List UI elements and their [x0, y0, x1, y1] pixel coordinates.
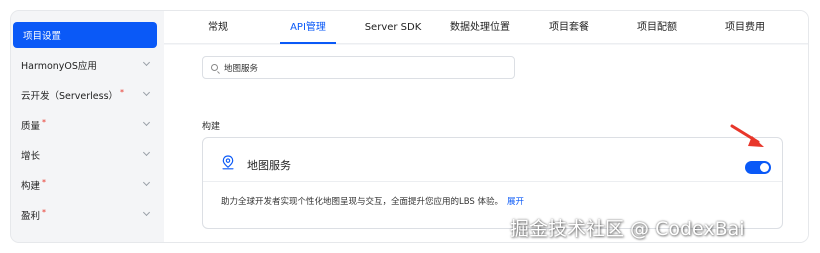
chevron-down-icon [142, 148, 151, 157]
sidebar-item-serverless[interactable]: 云开发（Serverless） * [11, 82, 157, 108]
section-title: 构建 [202, 122, 221, 132]
tab-label: Server SDK [364, 22, 422, 33]
sidebar-item-label: 云开发（Serverless） [21, 91, 119, 102]
required-mark: * [120, 87, 125, 97]
tab-label: 数据处理位置 [450, 22, 510, 33]
tab-label: 项目配额 [637, 22, 677, 33]
tab-project-plan[interactable]: 项目套餐 [544, 11, 594, 44]
sidebar-item-harmonyos[interactable]: HarmonyOS应用 [11, 52, 157, 78]
search-icon [211, 64, 218, 71]
tab-bar: 常规 API管理 Server SDK 数据处理位置 项目套餐 项目配额 项目费… [164, 11, 808, 44]
sidebar-item-monetize[interactable]: 盈利 * [11, 202, 157, 228]
sidebar-item-growth[interactable]: 增长 [11, 142, 157, 168]
service-enable-toggle[interactable] [745, 161, 771, 174]
sidebar-item-project-settings[interactable]: 项目设置 [13, 22, 157, 48]
chevron-down-icon [142, 118, 151, 127]
tab-project-quota[interactable]: 项目配额 [632, 11, 682, 44]
sidebar-item-build[interactable]: 构建 * [11, 172, 157, 198]
tab-data-location[interactable]: 数据处理位置 [448, 11, 512, 44]
annotation-arrow-icon [730, 124, 764, 147]
required-mark: * [42, 117, 47, 127]
tab-general[interactable]: 常规 [198, 11, 238, 44]
sidebar-item-label: HarmonyOS应用 [21, 61, 97, 72]
sidebar-item-label: 构建 [21, 181, 41, 192]
tab-label: API管理 [290, 22, 326, 33]
chevron-down-icon [142, 58, 151, 67]
sidebar-item-label: 盈利 [21, 211, 41, 222]
sidebar-item-label: 项目设置 [23, 31, 62, 42]
expand-link[interactable]: 展开 [507, 197, 524, 207]
main-panel: 常规 API管理 Server SDK 数据处理位置 项目套餐 项目配额 项目费… [164, 11, 808, 242]
api-management-content: 地图服务 构建 地图服务 助力全球开发者实现个性化地图呈现与交互，全面提升您应用… [164, 45, 808, 242]
sidebar-item-quality[interactable]: 质量 * [11, 112, 157, 138]
tab-label: 项目套餐 [549, 22, 589, 33]
divider [203, 181, 782, 182]
tab-label: 项目费用 [725, 22, 765, 33]
tab-api-management[interactable]: API管理 [280, 11, 336, 44]
search-input[interactable]: 地图服务 [202, 56, 515, 79]
watermark: 掘金技术社区 @ CodexBai [510, 218, 745, 240]
sidebar-item-label: 质量 [21, 121, 41, 132]
card-description: 助力全球开发者实现个性化地图呈现与交互，全面提升您应用的LBS 体验。 展开 [221, 195, 524, 207]
required-mark: * [42, 207, 47, 217]
chevron-down-icon [142, 208, 151, 217]
toggle-knob [760, 163, 769, 172]
sidebar-item-label: 增长 [21, 151, 41, 162]
tab-project-cost[interactable]: 项目费用 [720, 11, 770, 44]
required-mark: * [42, 177, 47, 187]
sidebar: 项目设置 HarmonyOS应用 云开发（Serverless） * 质量 * … [11, 11, 164, 242]
search-value: 地图服务 [224, 63, 259, 74]
chevron-down-icon [142, 178, 151, 187]
tab-server-sdk[interactable]: Server SDK [360, 11, 426, 44]
tab-label: 常规 [208, 22, 228, 33]
map-pin-icon [222, 155, 234, 170]
card-title: 地图服务 [247, 159, 291, 172]
app-window: 项目设置 HarmonyOS应用 云开发（Serverless） * 质量 * … [11, 11, 808, 242]
description-text: 助力全球开发者实现个性化地图呈现与交互，全面提升您应用的LBS 体验。 [221, 197, 504, 207]
chevron-down-icon [142, 88, 151, 97]
